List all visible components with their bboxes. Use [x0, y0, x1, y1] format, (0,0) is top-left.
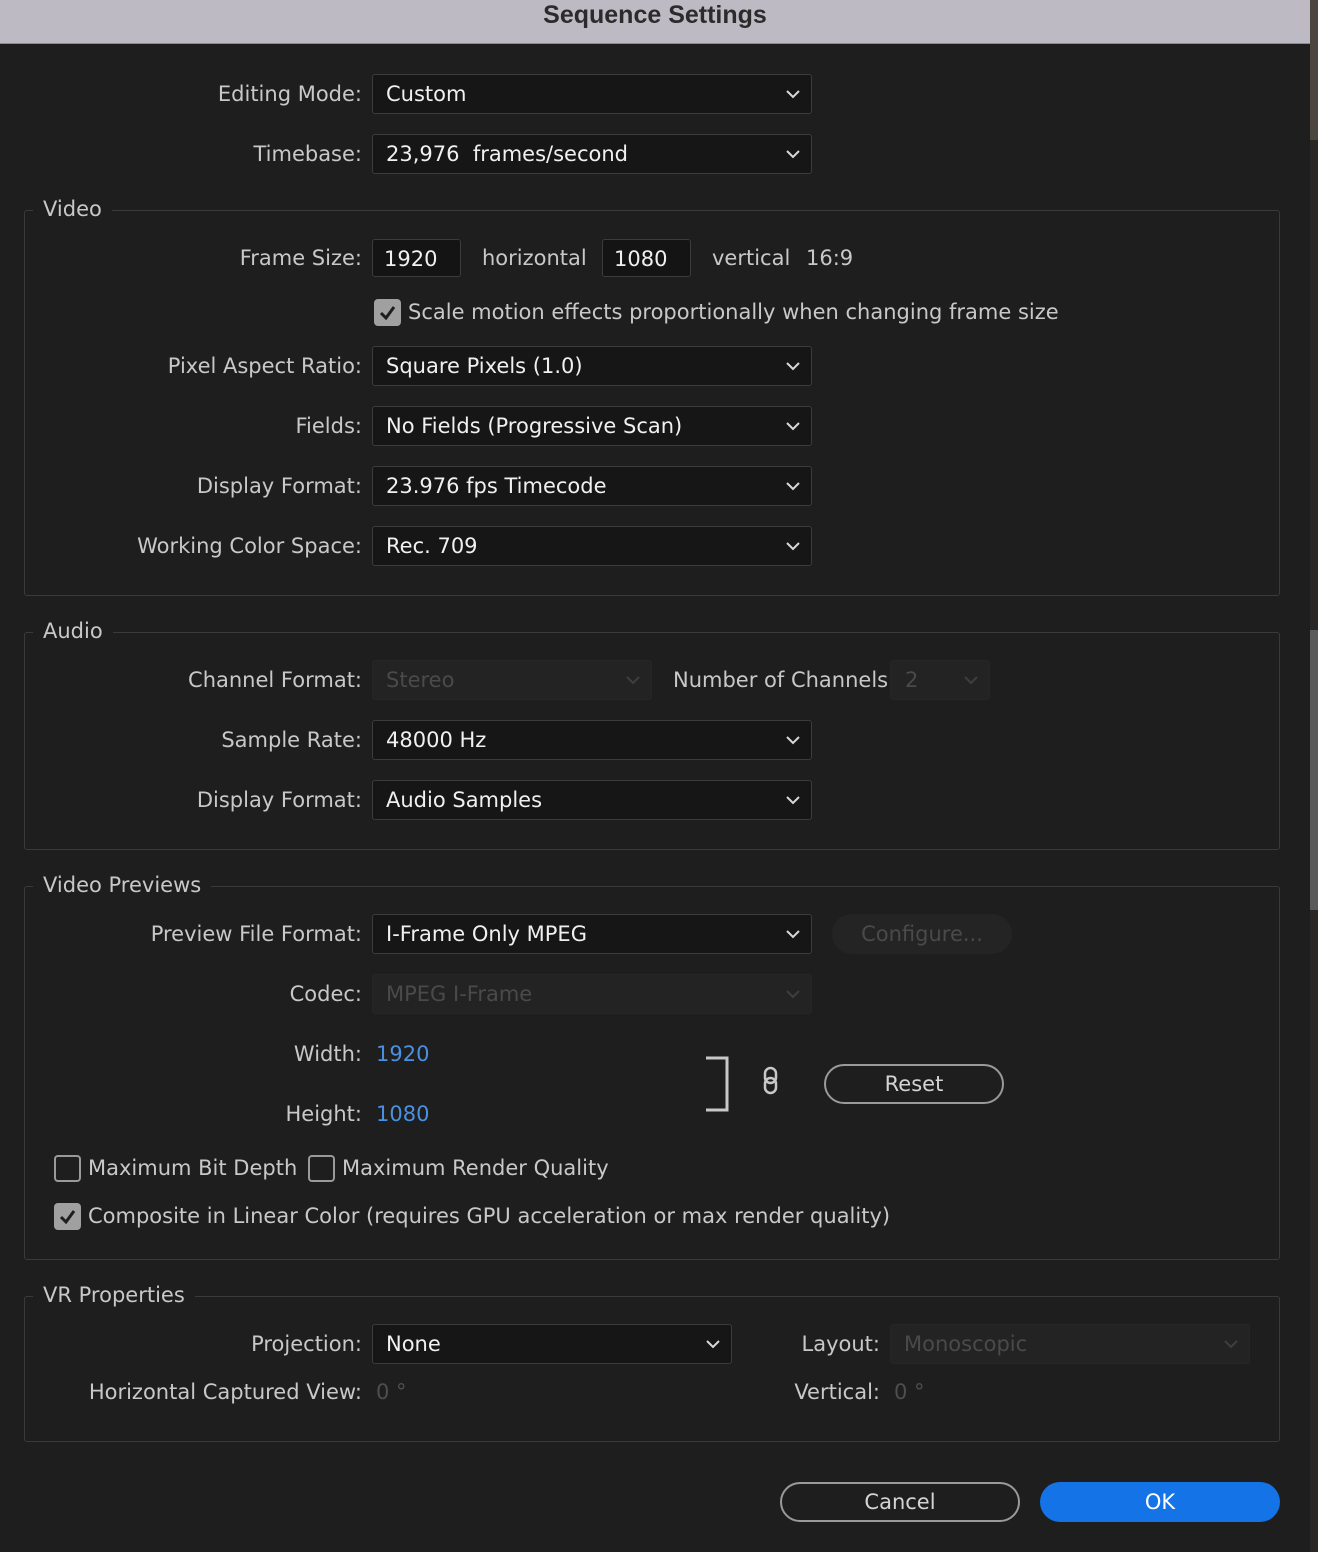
- vertical-label: vertical: [712, 246, 791, 270]
- pixel-aspect-ratio-select[interactable]: Square Pixels (1.0): [372, 346, 812, 386]
- video-display-format-label: Display Format:: [196, 474, 362, 498]
- max-render-quality-label[interactable]: Maximum Render Quality: [342, 1148, 609, 1188]
- chevron-down-icon: [786, 990, 800, 999]
- chevron-down-icon: [1224, 1340, 1238, 1349]
- frame-width-input[interactable]: 1920: [372, 239, 461, 277]
- max-render-quality-checkbox[interactable]: [308, 1155, 335, 1182]
- chevron-down-icon: [786, 362, 800, 371]
- scale-motion-label[interactable]: Scale motion effects proportionally when…: [408, 292, 1059, 332]
- chevron-down-icon: [786, 736, 800, 745]
- ok-button[interactable]: OK: [1040, 1482, 1280, 1522]
- fields-label: Fields:: [295, 414, 363, 438]
- codec-select: MPEG I-Frame: [372, 974, 812, 1014]
- preview-height-value[interactable]: 1080: [376, 1094, 429, 1134]
- horizontal-captured-view-value: 0 °: [376, 1380, 407, 1404]
- video-legend: Video: [33, 194, 112, 224]
- scale-motion-checkbox[interactable]: [374, 299, 401, 326]
- working-color-space-select[interactable]: Rec. 709: [372, 526, 812, 566]
- sequence-settings-dialog: Sequence Settings Editing Mode: Custom T…: [0, 0, 1310, 1552]
- checkmark-icon: [59, 1210, 76, 1225]
- chevron-down-icon: [786, 422, 800, 431]
- background-window-edge: [1310, 0, 1318, 1552]
- projection-value: None: [386, 1332, 441, 1356]
- timebase-select[interactable]: 23,976 frames/second: [372, 134, 812, 174]
- fields-select[interactable]: No Fields (Progressive Scan): [372, 406, 812, 446]
- aspect-ratio-readout: 16:9: [806, 246, 854, 270]
- video-display-format-select[interactable]: 23.976 fps Timecode: [372, 466, 812, 506]
- editing-mode-select[interactable]: Custom: [372, 74, 812, 114]
- max-bit-depth-label[interactable]: Maximum Bit Depth: [88, 1148, 297, 1188]
- channel-format-select: Stereo: [372, 660, 652, 700]
- preview-file-format-select[interactable]: I-Frame Only MPEG: [372, 914, 812, 954]
- chevron-down-icon: [964, 676, 978, 685]
- working-color-space-value: Rec. 709: [386, 534, 478, 558]
- chevron-down-icon: [706, 1340, 720, 1349]
- chevron-down-icon: [786, 542, 800, 551]
- checkmark-icon: [379, 306, 396, 321]
- timebase-value: 23,976 frames/second: [386, 142, 629, 166]
- fields-value: No Fields (Progressive Scan): [386, 414, 683, 438]
- audio-display-format-label: Display Format:: [196, 788, 362, 812]
- vr-properties-legend: VR Properties: [33, 1280, 195, 1310]
- number-of-channels-value: 2: [905, 668, 919, 692]
- layout-select: Monoscopic: [890, 1324, 1250, 1364]
- editing-mode-label: Editing Mode:: [217, 82, 362, 106]
- pixel-aspect-ratio-value: Square Pixels (1.0): [386, 354, 583, 378]
- vr-properties-group: VR Properties: [24, 1280, 1280, 1442]
- audio-legend: Audio: [33, 616, 113, 646]
- layout-label: Layout:: [801, 1332, 880, 1356]
- projection-label: Projection:: [251, 1332, 362, 1356]
- dialog-titlebar[interactable]: Sequence Settings: [0, 0, 1310, 44]
- codec-value: MPEG I-Frame: [386, 982, 533, 1006]
- preview-height-label: Height:: [285, 1102, 363, 1126]
- chevron-down-icon: [786, 150, 800, 159]
- preview-file-format-label: Preview File Format:: [150, 922, 362, 946]
- vr-vertical-value: 0 °: [894, 1380, 925, 1404]
- video-display-format-value: 23.976 fps Timecode: [386, 474, 607, 498]
- chevron-down-icon: [786, 90, 800, 99]
- chevron-down-icon: [786, 796, 800, 805]
- number-of-channels-label: Number of Channels:: [673, 668, 896, 692]
- horizontal-label: horizontal: [482, 246, 587, 270]
- sample-rate-select[interactable]: 48000 Hz: [372, 720, 812, 760]
- pixel-aspect-ratio-label: Pixel Aspect Ratio:: [167, 354, 362, 378]
- cancel-button[interactable]: Cancel: [780, 1482, 1020, 1522]
- chevron-down-icon: [786, 482, 800, 491]
- configure-button: Configure...: [832, 914, 1012, 954]
- sample-rate-value: 48000 Hz: [386, 728, 487, 752]
- chain-link-icon[interactable]: [762, 1066, 780, 1096]
- preview-file-format-value: I-Frame Only MPEG: [386, 922, 587, 946]
- chevron-down-icon: [786, 930, 800, 939]
- video-previews-legend: Video Previews: [33, 870, 212, 900]
- reset-button[interactable]: Reset: [824, 1064, 1004, 1104]
- background-edge-segment: [1310, 630, 1318, 910]
- audio-display-format-value: Audio Samples: [386, 788, 543, 812]
- editing-mode-value: Custom: [386, 82, 467, 106]
- composite-linear-checkbox[interactable]: [54, 1203, 81, 1230]
- frame-height-input[interactable]: 1080: [602, 239, 691, 277]
- preview-width-label: Width:: [293, 1042, 362, 1066]
- preview-width-value[interactable]: 1920: [376, 1034, 429, 1074]
- dialog-title: Sequence Settings: [543, 1, 767, 29]
- chevron-down-icon: [626, 676, 640, 685]
- channel-format-label: Channel Format:: [188, 668, 362, 692]
- codec-label: Codec:: [289, 982, 362, 1006]
- channel-format-value: Stereo: [386, 668, 455, 692]
- horizontal-captured-view-label: Horizontal Captured View:: [88, 1380, 362, 1404]
- layout-value: Monoscopic: [904, 1332, 1028, 1356]
- working-color-space-label: Working Color Space:: [137, 534, 362, 558]
- audio-display-format-select[interactable]: Audio Samples: [372, 780, 812, 820]
- composite-linear-label[interactable]: Composite in Linear Color (requires GPU …: [88, 1196, 890, 1236]
- number-of-channels-select: 2: [890, 660, 990, 700]
- bracket-icon: [706, 1056, 729, 1112]
- timebase-label: Timebase:: [253, 142, 362, 166]
- vr-vertical-label: Vertical:: [794, 1380, 880, 1404]
- frame-size-label: Frame Size:: [239, 246, 362, 270]
- max-bit-depth-checkbox[interactable]: [54, 1155, 81, 1182]
- sample-rate-label: Sample Rate:: [221, 728, 362, 752]
- projection-select[interactable]: None: [372, 1324, 732, 1364]
- background-edge-segment: [1310, 0, 1318, 140]
